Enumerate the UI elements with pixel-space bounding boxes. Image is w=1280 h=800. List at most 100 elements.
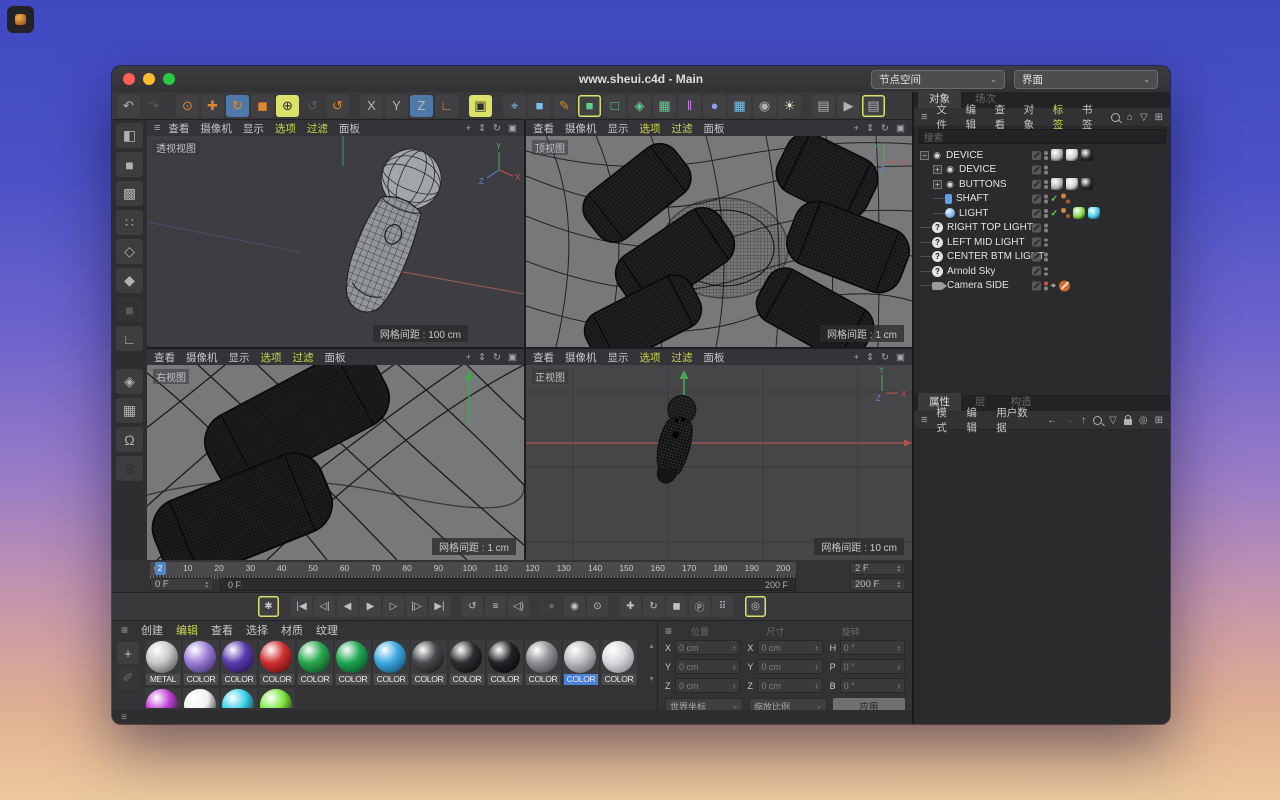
material-item[interactable]: COLOR bbox=[449, 640, 485, 685]
scroll-up-icon[interactable]: ▲ bbox=[648, 643, 655, 650]
visibility-dots[interactable] bbox=[1044, 282, 1048, 291]
coordinate-input[interactable]: 0 °▲▼ bbox=[840, 640, 905, 655]
edit-tag-icon[interactable] bbox=[1032, 194, 1041, 203]
range-start-field[interactable]: 0 F▲▼ bbox=[150, 578, 214, 591]
generators-button[interactable]: □ bbox=[603, 95, 626, 117]
coordinate-input[interactable]: 0 °▲▼ bbox=[840, 678, 905, 693]
menu-icon[interactable]: ≡ bbox=[921, 111, 927, 123]
rotate-view-icon[interactable]: ↻ bbox=[881, 123, 889, 134]
rotate-tool[interactable]: ↻ bbox=[226, 95, 249, 117]
material-item[interactable] bbox=[145, 688, 181, 708]
viewport-canvas-front[interactable]: Y Z X bbox=[526, 365, 912, 560]
stepper-arrows-icon[interactable]: ▲▼ bbox=[732, 664, 736, 670]
keyframe-track-toggle[interactable]: ≡ bbox=[485, 596, 506, 617]
lock-icon[interactable] bbox=[1124, 419, 1132, 425]
add-panel-icon[interactable]: ⊞ bbox=[1155, 415, 1163, 426]
workplane-button[interactable]: ◈ bbox=[116, 369, 143, 394]
material-item[interactable]: COLOR bbox=[183, 640, 219, 685]
material-tag-icon[interactable] bbox=[1066, 149, 1078, 161]
object-search-input[interactable]: 搜索 bbox=[918, 129, 1166, 144]
viewport-menu-item[interactable]: 选项 bbox=[640, 350, 661, 365]
record-disabled-button[interactable]: ● bbox=[541, 596, 562, 617]
edit-tag-icon[interactable] bbox=[1032, 165, 1041, 174]
material-tag-icon[interactable] bbox=[1081, 149, 1093, 161]
volume-button[interactable]: ▦ bbox=[653, 95, 676, 117]
edit-tag-icon[interactable] bbox=[1032, 209, 1041, 218]
material-item[interactable]: COLOR bbox=[563, 640, 599, 685]
viewport-menu-icon[interactable]: ≡ bbox=[154, 122, 160, 134]
tree-expander[interactable]: + bbox=[933, 180, 942, 189]
viewport-canvas-perspective[interactable]: Y Z X bbox=[147, 136, 524, 347]
deformers-button[interactable]: ◈ bbox=[628, 95, 651, 117]
material-item[interactable]: COLOR bbox=[487, 640, 523, 685]
viewport-menu-item[interactable]: 过滤 bbox=[307, 121, 328, 136]
dolly-view-icon[interactable]: ⇕ bbox=[866, 352, 874, 363]
stepper-arrows-icon[interactable]: ▲▼ bbox=[897, 664, 901, 670]
target-icon[interactable]: ◎ bbox=[1139, 415, 1148, 426]
om-menu-item[interactable]: 标签 bbox=[1053, 102, 1073, 132]
tweak-mode-button[interactable]: ■ bbox=[116, 297, 143, 322]
edit-tag-icon[interactable] bbox=[1032, 267, 1041, 276]
visibility-dots[interactable] bbox=[1044, 253, 1048, 262]
status-menu-icon[interactable]: ≡ bbox=[121, 712, 127, 723]
sound-toggle[interactable]: ◁) bbox=[508, 596, 529, 617]
search-icon[interactable] bbox=[1093, 416, 1102, 425]
lock-y-axis-button[interactable]: Y bbox=[385, 95, 408, 117]
eyedropper-icon[interactable]: ✐ bbox=[117, 667, 139, 689]
coordinate-input[interactable]: 0 cm▲▼ bbox=[675, 640, 740, 655]
material-item[interactable]: COLOR bbox=[601, 640, 637, 685]
scroll-down-icon[interactable]: ▼ bbox=[648, 676, 655, 683]
material-item[interactable]: METAL bbox=[145, 640, 181, 685]
range-end-field[interactable]: 200 F▲▼ bbox=[850, 578, 906, 591]
object-row[interactable]: +◉DEVICE bbox=[914, 163, 1170, 178]
pan-view-icon[interactable]: + bbox=[854, 352, 860, 363]
node-space-select[interactable]: 节点空间⌄ bbox=[871, 70, 1005, 89]
spline-tools-button[interactable]: ‖ bbox=[678, 95, 701, 117]
key-parameter-toggle[interactable]: Ⓟ bbox=[689, 596, 710, 617]
viewport-menu-item[interactable]: 显示 bbox=[608, 121, 629, 136]
maximize-view-icon[interactable]: ▣ bbox=[508, 352, 517, 363]
pan-view-icon[interactable]: + bbox=[466, 123, 472, 134]
next-frame-button[interactable]: ▷ bbox=[383, 596, 404, 617]
dolly-view-icon[interactable]: ⇕ bbox=[866, 123, 874, 134]
viewport-menu-item[interactable]: 显示 bbox=[229, 350, 250, 365]
add-panel-icon[interactable]: ⊞ bbox=[1155, 112, 1163, 123]
visibility-dots[interactable] bbox=[1044, 151, 1048, 160]
visibility-dots[interactable] bbox=[1044, 180, 1048, 189]
om-menu-item[interactable]: 对象 bbox=[1024, 102, 1044, 132]
timeline-playhead[interactable]: 2 bbox=[155, 562, 166, 575]
edit-tag-icon[interactable] bbox=[1032, 252, 1041, 261]
next-key-button[interactable]: |▷ bbox=[406, 596, 427, 617]
add-primitive-button[interactable]: ■ bbox=[528, 95, 551, 117]
make-editable-button[interactable]: ◧ bbox=[116, 123, 143, 148]
search-icon[interactable] bbox=[1111, 113, 1120, 122]
subdivision-surface-button[interactable]: ■ bbox=[578, 95, 601, 117]
object-row[interactable]: Camera SIDE⌖ bbox=[914, 279, 1170, 294]
desktop-icon[interactable] bbox=[7, 6, 34, 33]
stepper-arrows-icon[interactable]: ▲▼ bbox=[897, 683, 901, 689]
lock-x-axis-button[interactable]: X bbox=[360, 95, 383, 117]
viewport-menu-item[interactable]: 摄像机 bbox=[565, 121, 597, 136]
texture-mode-button[interactable]: ▩ bbox=[116, 181, 143, 206]
menu-icon[interactable]: ≡ bbox=[665, 624, 679, 638]
rotate-view-icon[interactable]: ↻ bbox=[493, 123, 501, 134]
rotate-view-icon[interactable]: ↻ bbox=[881, 352, 889, 363]
viewport-menu-item[interactable]: 过滤 bbox=[672, 350, 693, 365]
viewport-menu-item[interactable]: 过滤 bbox=[293, 350, 314, 365]
viewport-canvas-top[interactable]: Y Z X bbox=[526, 136, 912, 347]
filter-icon[interactable]: ▽ bbox=[1140, 112, 1148, 123]
current-frame-field[interactable]: 2 F▲▼ bbox=[850, 562, 906, 575]
pan-view-icon[interactable]: + bbox=[466, 352, 472, 363]
target-tag-icon[interactable]: ⌖ bbox=[1051, 280, 1057, 291]
material-tag-icon[interactable] bbox=[1051, 149, 1063, 161]
visibility-dots[interactable] bbox=[1044, 195, 1048, 204]
visibility-dots[interactable] bbox=[1044, 166, 1048, 175]
material-menu-item[interactable]: 纹理 bbox=[316, 622, 338, 638]
key-scale-toggle[interactable]: ◼ bbox=[666, 596, 687, 617]
visibility-dots[interactable] bbox=[1044, 238, 1048, 247]
viewport-menu-item[interactable]: 摄像机 bbox=[565, 350, 597, 365]
material-menu-item[interactable]: 编辑 bbox=[176, 622, 198, 638]
menu-icon[interactable]: ≡ bbox=[121, 623, 128, 637]
tweak-tool[interactable]: ↺ bbox=[301, 95, 324, 117]
stepper-arrows-icon[interactable]: ▲▼ bbox=[815, 683, 819, 689]
